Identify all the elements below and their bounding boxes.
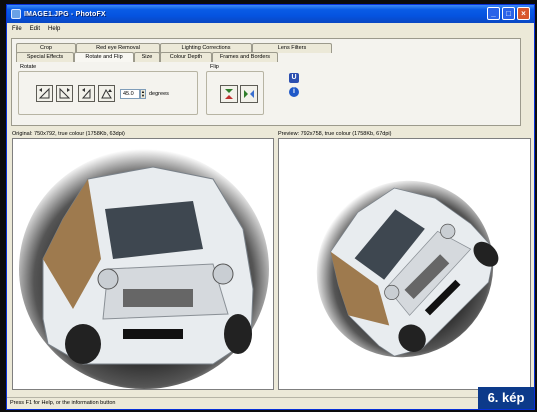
rotate-group-label: Rotate <box>20 64 37 70</box>
tab-colour-depth[interactable]: Colour Depth <box>160 52 212 62</box>
maximize-button[interactable]: □ <box>502 7 515 20</box>
tab-rotate-and-flip[interactable]: Rotate and Flip <box>74 52 134 62</box>
original-image-pane <box>12 138 274 390</box>
flip-vertical-button[interactable] <box>220 85 238 103</box>
app-icon <box>11 9 21 19</box>
rotate-custom-button[interactable] <box>98 85 115 102</box>
figure-caption: 6. kép <box>478 387 534 409</box>
degrees-label: degrees <box>149 91 169 97</box>
rotate-right-icon <box>59 87 71 99</box>
rotate-left-button[interactable] <box>36 85 53 102</box>
flip-horizontal-button[interactable] <box>240 85 258 103</box>
original-car-image <box>19 149 269 389</box>
preview-pane-label: Preview: 792x758, true colour (1758Kb, 6… <box>278 131 392 137</box>
rotate-angle-input[interactable]: 45.0 <box>120 89 140 99</box>
minimize-button[interactable]: _ <box>487 7 500 20</box>
rotate-flip-panel: Rotate 45.0 ▲ ▼ degrees Flip U i <box>16 63 516 123</box>
rotate-180-button[interactable] <box>78 85 95 102</box>
original-pane-label: Original: 750x792, true colour (1758Kb, … <box>12 131 125 137</box>
tab-frames-and-borders[interactable]: Frames and Borders <box>212 52 278 62</box>
title-bar[interactable]: IMAGE1.JPG - PhotoFX _ □ × <box>7 5 534 23</box>
flip-group-label: Flip <box>210 64 219 70</box>
tab-special-effects[interactable]: Special Effects <box>16 52 74 62</box>
angle-spinner-arrows[interactable]: ▲ ▼ <box>140 89 146 99</box>
tab-row-2: Special Effects Rotate and Flip Size Col… <box>16 52 278 62</box>
flip-horizontal-icon <box>244 90 254 98</box>
rotate-180-icon <box>81 88 91 99</box>
preview-car-image <box>316 180 499 358</box>
tab-control: Crop Red eye Removal Lighting Correction… <box>11 38 521 126</box>
menu-edit[interactable]: Edit <box>30 26 40 32</box>
rotate-left-icon <box>38 87 50 99</box>
undo-icon[interactable]: U <box>289 73 299 83</box>
menu-file[interactable]: File <box>12 26 22 32</box>
rotate-custom-icon <box>101 88 112 99</box>
tab-size[interactable]: Size <box>134 52 160 62</box>
menu-help[interactable]: Help <box>48 26 60 32</box>
menu-bar: File Edit Help <box>7 23 534 34</box>
flip-vertical-icon <box>225 89 233 99</box>
preview-image-pane <box>278 138 531 390</box>
window-title: IMAGE1.JPG - PhotoFX <box>24 10 106 18</box>
app-window: IMAGE1.JPG - PhotoFX _ □ × File Edit Hel… <box>6 4 535 410</box>
close-button[interactable]: × <box>517 7 530 20</box>
rotate-right-button[interactable] <box>56 85 73 102</box>
status-bar: Press F1 for Help, or the information bu… <box>7 397 534 409</box>
information-icon[interactable]: i <box>289 87 299 97</box>
caption-buttons: _ □ × <box>487 7 530 20</box>
